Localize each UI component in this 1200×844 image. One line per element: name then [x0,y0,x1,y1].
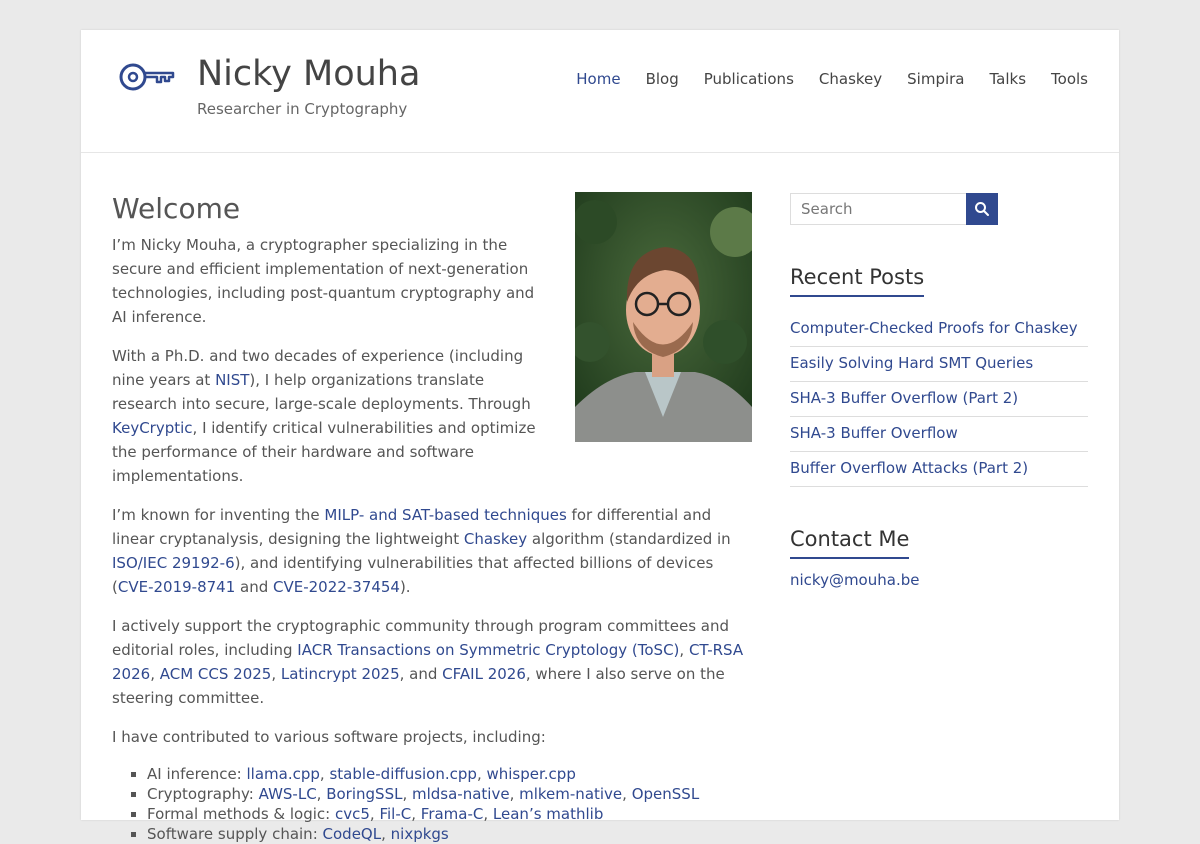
research-paragraph: I’m known for inventing the MILP- and SA… [112,506,731,596]
community-paragraph: I actively support the cryptographic com… [112,617,744,707]
contact-title: Contact Me [790,525,910,559]
search-form [790,193,1088,225]
search-button[interactable] [966,193,998,225]
project-link[interactable]: AWS-LC [259,785,317,803]
project-link[interactable]: mlkem-native [519,785,622,803]
iso-link[interactable]: ISO/IEC 29192-6 [112,554,235,572]
nav-talks[interactable]: Talks [990,70,1027,88]
site-title[interactable]: Nicky Mouha [197,52,420,96]
cve-2022-link[interactable]: CVE-2022-37454 [273,578,400,596]
main-nav: Home Blog Publications Chaskey Simpira T… [576,70,1088,88]
search-icon [975,202,989,216]
key-icon[interactable] [119,60,175,94]
email-link[interactable]: nicky@mouha.be [790,571,919,589]
project-link[interactable]: whisper.cpp [486,765,575,783]
project-link[interactable]: Frama-C [421,805,484,823]
recent-posts-title: Recent Posts [790,263,925,297]
project-link[interactable]: OpenSSL [632,785,699,803]
nav-home[interactable]: Home [576,70,620,88]
post-link[interactable]: Buffer Overflow Attacks (Part 2) [790,459,1028,477]
project-link[interactable]: CodeQL [323,825,382,843]
recent-posts-list: Computer-Checked Proofs for Chaskey Easi… [790,312,1088,487]
projects-intro: I have contributed to various software p… [112,728,546,746]
search-input[interactable] [790,193,966,225]
nav-tools[interactable]: Tools [1051,70,1088,88]
list-item: AI inference: llama.cpp, stable-diffusio… [147,764,752,784]
cfail-link[interactable]: CFAIL 2026 [442,665,526,683]
project-link[interactable]: mldsa-native [412,785,510,803]
list-item: Software supply chain: CodeQL, nixpkgs [147,824,752,844]
chaskey-link[interactable]: Chaskey [464,530,527,548]
nav-chaskey[interactable]: Chaskey [819,70,882,88]
tosc-link[interactable]: IACR Transactions on Symmetric Cryptolog… [297,641,679,659]
project-link[interactable]: cvc5 [335,805,370,823]
nav-blog[interactable]: Blog [646,70,679,88]
post-link[interactable]: Computer-Checked Proofs for Chaskey [790,319,1078,337]
post-link[interactable]: SHA-3 Buffer Overflow [790,424,958,442]
post-link[interactable]: Easily Solving Hard SMT Queries [790,354,1033,372]
project-link[interactable]: BoringSSL [326,785,402,803]
experience-paragraph: With a Ph.D. and two decades of experien… [112,347,536,485]
list-item: Formal methods & logic: cvc5, Fil-C, Fra… [147,804,752,824]
list-item: SHA-3 Buffer Overflow [790,417,1088,452]
project-link[interactable]: llama.cpp [247,765,320,783]
page-container: Nicky Mouha Researcher in Cryptography H… [81,30,1119,843]
portrait-photo [575,192,752,442]
nist-link[interactable]: NIST [215,371,249,389]
list-item: Easily Solving Hard SMT Queries [790,347,1088,382]
recent-posts-widget: Recent Posts Computer-Checked Proofs for… [790,263,1088,487]
list-item: SHA-3 Buffer Overflow (Part 2) [790,382,1088,417]
latincrypt-link[interactable]: Latincrypt 2025 [281,665,400,683]
projects-list: AI inference: llama.cpp, stable-diffusio… [112,764,752,844]
project-link[interactable]: stable-diffusion.cpp [329,765,476,783]
list-item: Buffer Overflow Attacks (Part 2) [790,452,1088,487]
nav-publications[interactable]: Publications [704,70,794,88]
intro-paragraph: I’m Nicky Mouha, a cryptographer special… [112,236,535,326]
post-link[interactable]: SHA-3 Buffer Overflow (Part 2) [790,389,1018,407]
main-content: Welcome I’m Nicky Mouha, a cryptographer… [112,192,752,844]
site-header: Nicky Mouha Researcher in Cryptography H… [81,30,1119,153]
contact-widget: Contact Me nicky@mouha.be [790,525,1088,589]
sidebar: Recent Posts Computer-Checked Proofs for… [790,193,1088,589]
site-tagline: Researcher in Cryptography [197,100,408,118]
list-item: Cryptography: AWS-LC, BoringSSL, mldsa-n… [147,784,752,804]
milp-sat-link[interactable]: MILP- and SAT-based techniques [324,506,566,524]
project-link[interactable]: nixpkgs [391,825,449,843]
list-item: Computer-Checked Proofs for Chaskey [790,312,1088,347]
cve-2019-link[interactable]: CVE-2019-8741 [118,578,235,596]
acm-ccs-link[interactable]: ACM CCS 2025 [160,665,272,683]
keycryptic-link[interactable]: KeyCryptic [112,419,193,437]
nav-simpira[interactable]: Simpira [907,70,964,88]
project-link[interactable]: Lean’s mathlib [493,805,603,823]
project-link[interactable]: Fil-C [379,805,411,823]
